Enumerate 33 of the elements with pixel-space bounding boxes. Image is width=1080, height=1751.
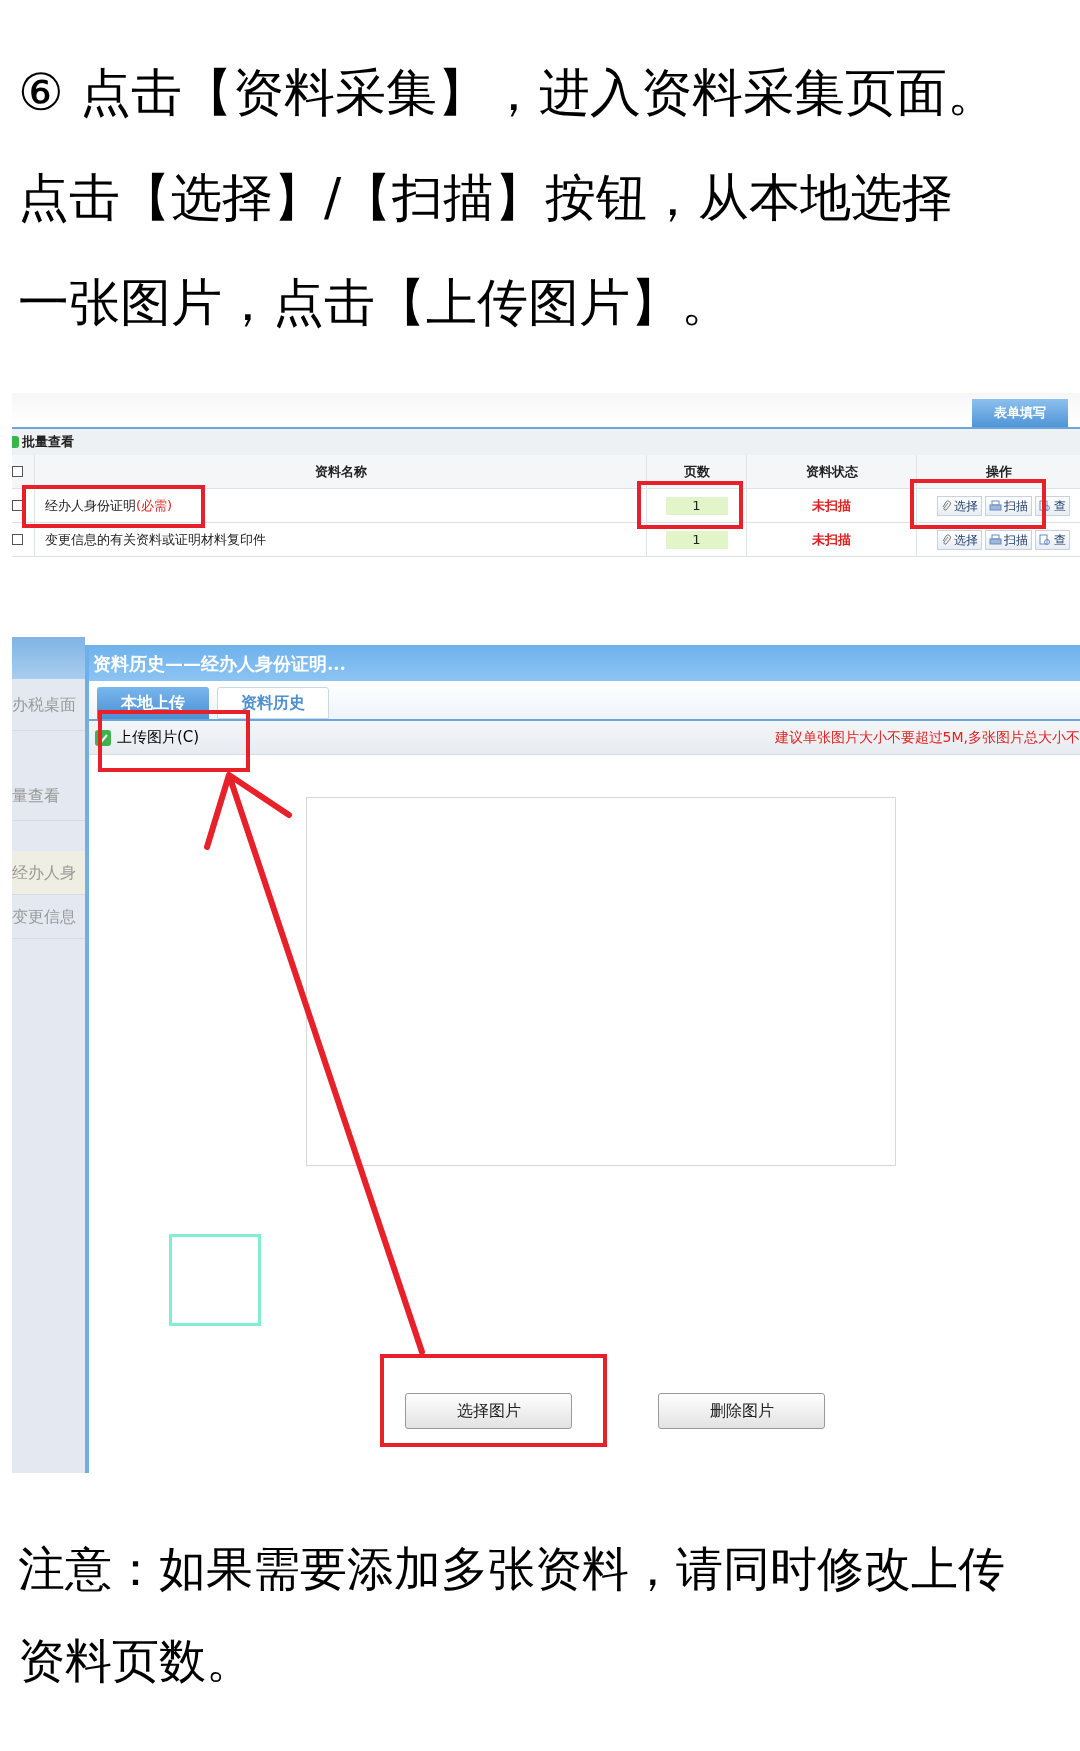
- printer-icon: [989, 499, 1002, 512]
- status-text: 未扫描: [812, 530, 851, 549]
- column-header: 资料状态: [805, 462, 858, 481]
- table-cell-text: 经办人身份证明(必需): [45, 496, 173, 515]
- image-button[interactable]: 删除图片: [658, 1393, 825, 1429]
- document-search-icon: [1039, 533, 1052, 546]
- action-button[interactable]: 扫描: [985, 529, 1032, 550]
- action-button[interactable]: 扫描: [985, 495, 1032, 516]
- column-header: 页数: [683, 462, 710, 481]
- paperclip-icon: [941, 499, 952, 512]
- dialog-title: 资料历史——经办人身份证明...: [93, 651, 346, 676]
- column-header: 操作: [985, 462, 1012, 481]
- upload-option-label[interactable]: 上传图片(C): [117, 726, 200, 749]
- action-button[interactable]: 查: [1035, 529, 1070, 550]
- image-button[interactable]: 选择图片: [405, 1393, 572, 1429]
- printer-icon: [989, 533, 1002, 546]
- column-header: 资料名称: [314, 462, 367, 481]
- page-count-field[interactable]: 1: [665, 530, 728, 549]
- view-icon: [12, 436, 19, 448]
- batch-view-link[interactable]: 批量查看: [22, 432, 74, 452]
- paperclip-icon: [941, 533, 952, 546]
- size-hint: 建议单张图片大小不要超过5M,多张图片总大小不: [774, 728, 1080, 747]
- status-text: 未扫描: [812, 496, 851, 515]
- page-count-field[interactable]: 1: [665, 496, 728, 515]
- action-button[interactable]: 选择: [937, 495, 982, 516]
- instruction-text: ⑥ 点击【资料采集】，进入资料采集页面。 点击【选择】/【扫描】按钮，从本地选择 一张图片，点击【上传图片】。: [17, 62, 999, 334]
- note-text: 注意：如果需要添加多张资料，请同时修改上传 资料页数。: [17, 1540, 1006, 1690]
- action-button[interactable]: 选择: [937, 529, 982, 550]
- checkbox[interactable]: [12, 466, 23, 477]
- document-search-icon: [1039, 499, 1052, 512]
- table-cell-text: 变更信息的有关资料或证明材料复印件: [45, 530, 266, 549]
- checkbox[interactable]: [12, 500, 23, 511]
- checkbox[interactable]: [12, 534, 23, 545]
